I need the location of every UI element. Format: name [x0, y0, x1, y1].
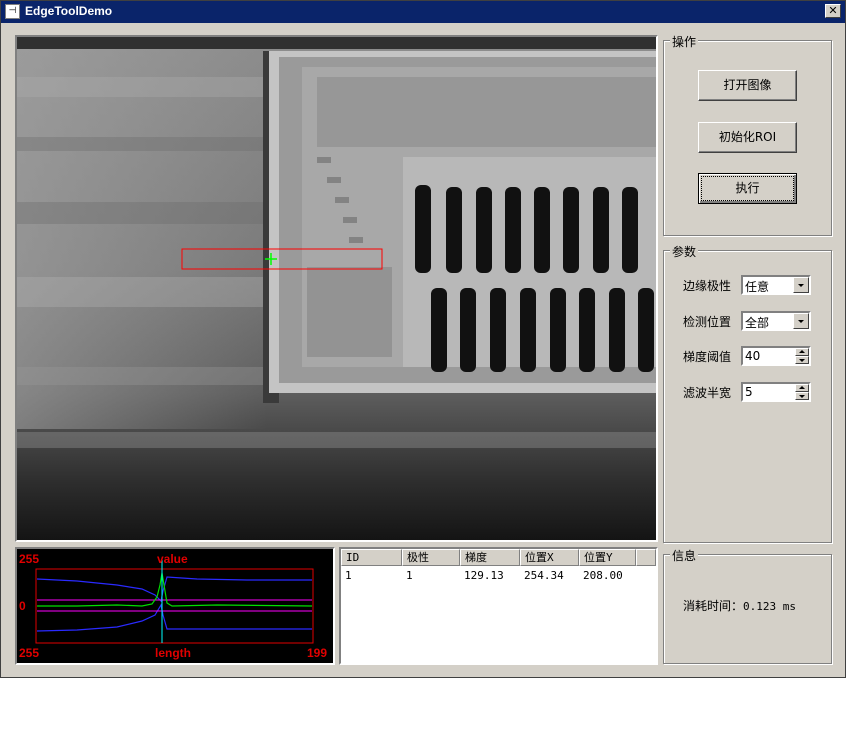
- column-header-polarity[interactable]: 极性: [402, 549, 460, 566]
- spin-up-icon[interactable]: [795, 348, 809, 356]
- column-header-gradient[interactable]: 梯度: [460, 549, 520, 566]
- profile-mid-left-label: 0: [19, 599, 26, 613]
- column-header-filler: [636, 549, 656, 566]
- app-window: ⊣ EdgeToolDemo ✕ 操作 打开图像 初始化ROI 执行 参数 边缘…: [0, 0, 846, 678]
- window-title: EdgeToolDemo: [25, 4, 113, 18]
- table-header: ID 极性 梯度 位置X 位置Y: [341, 549, 656, 566]
- edge-polarity-value: 任意: [745, 280, 770, 294]
- profile-bottom-center-label: length: [155, 646, 191, 660]
- operations-group-label: 操作: [670, 33, 699, 50]
- results-table[interactable]: ID 极性 梯度 位置X 位置Y 1 1 129.13 254.34 208.0…: [339, 547, 658, 665]
- open-image-button[interactable]: 打开图像: [698, 70, 797, 101]
- column-header-pos-y[interactable]: 位置Y: [579, 549, 636, 566]
- elapsed-time: 消耗时间：0.123 ms: [683, 597, 796, 614]
- filter-halfwidth-label: 滤波半宽: [683, 386, 732, 400]
- edge-polarity-select[interactable]: 任意: [741, 275, 811, 295]
- gradient-threshold-value: 40: [745, 349, 761, 363]
- spin-up-icon[interactable]: [795, 384, 809, 392]
- detect-position-value: 全部: [745, 316, 770, 330]
- cell-pos-x: 254.34: [524, 569, 564, 582]
- profile-bottom-right-label: 199: [307, 646, 328, 660]
- profile-top-center-label: value: [157, 552, 188, 566]
- inspection-image: [17, 37, 656, 540]
- table-row[interactable]: 1 1 129.13 254.34 208.00: [341, 568, 656, 583]
- profile-bottom-left-label: 255: [19, 646, 40, 660]
- profile-lower-curve: [36, 603, 312, 632]
- params-group-label: 参数: [670, 243, 699, 260]
- spin-down-icon[interactable]: [795, 356, 809, 364]
- app-icon: ⊣: [5, 4, 20, 19]
- init-roi-button[interactable]: 初始化ROI: [698, 122, 797, 153]
- gradient-threshold-label: 梯度阈值: [683, 350, 732, 364]
- detect-position-label: 检测位置: [683, 315, 732, 329]
- edge-profile-plot: 255 value 0 255 length 199: [15, 547, 335, 665]
- cell-polarity: 1: [406, 569, 413, 582]
- close-icon[interactable]: ✕: [825, 4, 841, 18]
- chevron-down-icon[interactable]: [793, 313, 809, 329]
- chevron-down-icon[interactable]: [793, 277, 809, 293]
- edge-polarity-label: 边缘极性: [683, 279, 732, 293]
- elapsed-time-label: 消耗时间：: [683, 599, 744, 613]
- execute-button[interactable]: 执行: [698, 173, 797, 204]
- cell-id: 1: [345, 569, 352, 582]
- gradient-threshold-spinbox[interactable]: 40: [741, 346, 811, 366]
- profile-upper-curve: [36, 576, 312, 603]
- info-group-label: 信息: [670, 547, 699, 564]
- image-view[interactable]: [15, 35, 658, 542]
- title-bar[interactable]: ⊣ EdgeToolDemo ✕: [1, 1, 845, 23]
- filter-halfwidth-spinbox[interactable]: 5: [741, 382, 811, 402]
- cell-gradient: 129.13: [464, 569, 504, 582]
- cell-pos-y: 208.00: [583, 569, 623, 582]
- column-header-id[interactable]: ID: [341, 549, 402, 566]
- profile-top-left-label: 255: [19, 552, 40, 566]
- filter-halfwidth-value: 5: [745, 385, 753, 399]
- elapsed-time-value: 0.123 ms: [743, 600, 796, 613]
- spin-down-icon[interactable]: [795, 392, 809, 400]
- detect-position-select[interactable]: 全部: [741, 311, 811, 331]
- column-header-pos-x[interactable]: 位置X: [520, 549, 579, 566]
